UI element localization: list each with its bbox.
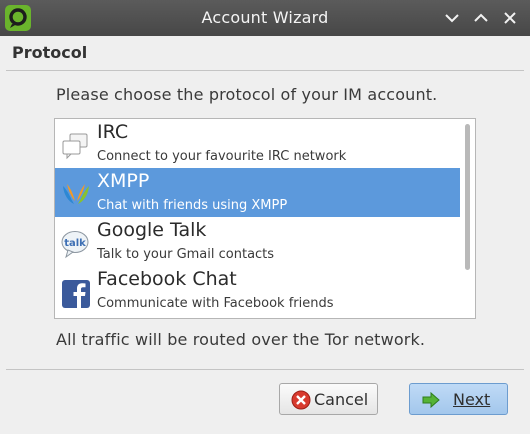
header-divider	[6, 70, 524, 71]
protocol-name: XMPP	[97, 170, 150, 192]
close-button[interactable]	[498, 6, 522, 30]
protocol-description: Talk to your Gmail contacts	[97, 247, 275, 262]
protocol-list[interactable]: IRC Connect to your favourite IRC networ…	[54, 118, 476, 319]
protocol-name: Google Talk	[97, 219, 207, 241]
scrollbar-thumb[interactable]	[465, 124, 470, 270]
protocol-item-xmpp[interactable]: XMPP Chat with friends using XMPP	[55, 168, 460, 217]
chevron-up-icon	[474, 13, 488, 22]
title-bar[interactable]: Account Wizard	[0, 0, 530, 36]
next-label: Next	[453, 390, 491, 409]
protocol-item-google-talk[interactable]: talk Google Talk Talk to your Gmail cont…	[55, 217, 460, 266]
google-talk-icon: talk	[61, 231, 89, 259]
protocol-description: Communicate with Facebook friends	[97, 296, 334, 311]
xmpp-icon	[63, 184, 89, 204]
info-text: All traffic will be routed over the Tor …	[56, 330, 426, 349]
facebook-icon	[62, 280, 90, 308]
minimize-button[interactable]	[440, 6, 464, 30]
next-button[interactable]: Next	[409, 383, 508, 415]
cancel-label: Cancel	[314, 390, 369, 409]
protocol-description: Connect to your favourite IRC network	[97, 149, 347, 164]
arrow-right-icon	[422, 391, 440, 409]
prompt-text: Please choose the protocol of your IM ac…	[56, 85, 438, 104]
protocol-name: IRC	[97, 121, 129, 143]
protocol-name: Facebook Chat	[97, 268, 237, 290]
chevron-down-icon	[445, 14, 459, 23]
protocol-item-facebook-chat[interactable]: Facebook Chat Communicate with Facebook …	[55, 266, 460, 315]
page-title: Protocol	[12, 43, 88, 62]
close-icon	[504, 12, 516, 24]
cancel-button[interactable]: Cancel	[279, 383, 378, 415]
svg-text:talk: talk	[64, 238, 86, 249]
irc-icon	[62, 133, 88, 160]
maximize-button[interactable]	[469, 6, 493, 30]
protocol-description: Chat with friends using XMPP	[97, 198, 288, 213]
protocol-item-irc[interactable]: IRC Connect to your favourite IRC networ…	[55, 119, 460, 168]
list-scrollbar[interactable]	[460, 119, 475, 318]
footer-divider	[6, 369, 524, 370]
cancel-icon	[291, 390, 311, 410]
